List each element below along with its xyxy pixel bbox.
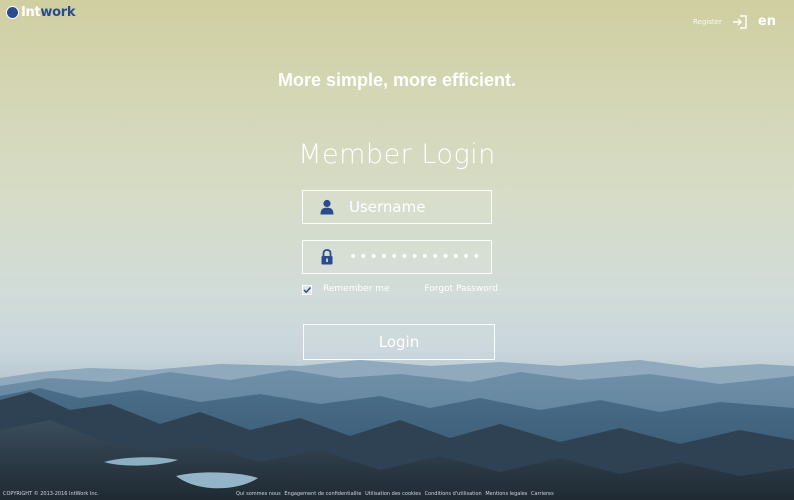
footer-link-terms[interactable]: Conditions d'utilisation [425, 491, 482, 497]
footer-link-careers[interactable]: Carrieres [531, 491, 554, 497]
globe-icon [6, 6, 19, 19]
footer-link-cookies[interactable]: Utilisation des cookies [365, 491, 421, 497]
user-icon [320, 199, 334, 215]
brand-name: Intwork [21, 5, 76, 20]
checkmark-icon [303, 286, 312, 294]
forgot-password-link[interactable]: Forgot Password [424, 284, 498, 294]
password-field[interactable] [302, 240, 492, 274]
tagline: More simple, more efficient. [277, 70, 517, 90]
page-title: Member Login [298, 139, 496, 170]
footer-link-legal[interactable]: Mentions legales [485, 491, 527, 497]
login-options: Remember me Forgot Password [302, 284, 498, 298]
copyright: COPYRIGHT © 2013-2016 IntWork Inc. [3, 491, 99, 497]
lock-icon [321, 249, 333, 265]
footer-link-about[interactable]: Qui sommes nous [236, 491, 281, 497]
remember-me-label[interactable]: Remember me [323, 284, 390, 294]
footer-links: Qui sommes nous Engagement de confidenti… [236, 491, 556, 497]
footer-link-privacy[interactable]: Engagement de confidentialite [284, 491, 361, 497]
username-field[interactable] [302, 190, 492, 224]
header-actions: Register en [693, 14, 776, 29]
language-switch[interactable]: en [758, 14, 776, 29]
sign-in-icon[interactable] [732, 14, 748, 29]
username-input[interactable] [349, 198, 491, 216]
register-link[interactable]: Register [693, 18, 722, 26]
login-button[interactable]: Login [303, 324, 495, 360]
remember-me-checkbox[interactable] [302, 285, 312, 295]
password-input[interactable] [349, 249, 491, 265]
brand-logo[interactable]: Intwork [6, 5, 76, 20]
